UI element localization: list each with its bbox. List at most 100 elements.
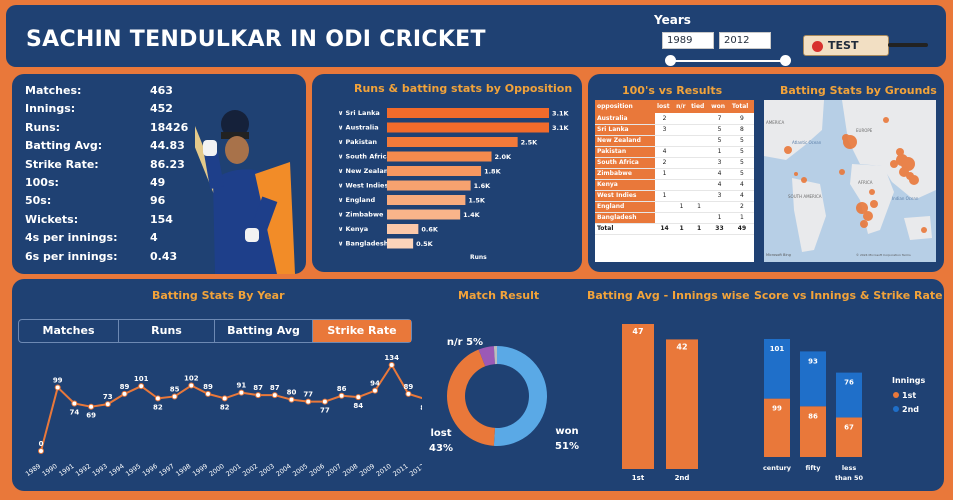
score-innings-data-label: 101 <box>770 345 785 353</box>
strike-rate-point <box>238 389 245 396</box>
stat-value: 0.43 <box>150 249 178 263</box>
strike-rate-data-label: 77 <box>320 407 330 415</box>
stat-label: Innings: <box>25 102 76 116</box>
table-header: Total <box>729 100 754 113</box>
table-opposition-cell: South Africa <box>595 157 655 169</box>
score-category-label: than 50 <box>835 474 864 482</box>
page-title: SACHIN TENDULKAR IN ODI CRICKET <box>26 27 486 52</box>
strike-rate-data-label: 94 <box>370 380 380 388</box>
opposition-data-label: 1.8K <box>484 168 502 176</box>
table-cell: 2 <box>729 201 754 213</box>
opposition-data-label: 0.6K <box>421 226 439 234</box>
table-cell: 2 <box>655 113 675 125</box>
stat-value: 463 <box>150 84 173 97</box>
table-row: Zimbabwe 1 4 5 <box>595 168 754 180</box>
strike-rate-point <box>288 396 295 403</box>
hundreds-title: 100's vs Results <box>622 84 723 97</box>
table-cell <box>689 124 710 136</box>
hundreds-table[interactable]: opposition lost n/r tied won Total Australia 2… <box>595 100 754 262</box>
opposition-data-label: 1.4K <box>463 211 481 219</box>
strike-rate-data-label: 134 <box>384 354 399 362</box>
grounds-title: Batting Stats by Grounds <box>780 84 937 97</box>
opposition-bar-chart: ∨ Sri Lanka 3.1K ∨ Australia 3.1K ∨ Pakistan… <box>338 108 570 249</box>
stat-value: 154 <box>150 212 173 226</box>
table-row: South Africa 2 3 5 <box>595 157 754 169</box>
year-from-input[interactable]: 1989 <box>662 32 714 49</box>
innings-avg-bar <box>622 324 654 469</box>
strike-rate-point <box>338 392 345 399</box>
year-to-input[interactable]: 2012 <box>719 32 771 49</box>
stat-value: 96 <box>150 194 166 208</box>
opposition-category-label: ∨ Zimbabwe <box>338 211 384 219</box>
table-row: Bangladesh 1 1 <box>595 212 754 224</box>
strike-rate-data-label: 85 <box>170 385 180 393</box>
legend-label: 1st <box>902 391 916 400</box>
stat-label: Batting Avg: <box>25 139 103 153</box>
score-innings-chart: 99 101 century 86 93 fifty 67 76 less than 50 Inni… <box>763 339 926 482</box>
table-cell: 3 <box>709 190 730 202</box>
map-label-atlantic: Atlantic Ocean <box>792 140 822 145</box>
table-cell: 4 <box>709 168 730 180</box>
strike-rate-point <box>305 398 312 405</box>
opposition-data-label: 1.6K <box>474 182 492 190</box>
score-innings-data-label: 99 <box>772 405 782 413</box>
year-tick-label: 1998 <box>174 462 192 478</box>
strike-rate-data-label: 89 <box>203 383 213 391</box>
table-row: Pakistan 4 1 5 <box>595 146 754 158</box>
strike-rate-data-label: 77 <box>303 391 313 399</box>
table-cell: 5 <box>709 124 730 136</box>
year-tick-label: 2010 <box>375 462 393 478</box>
year-tick-label: 2000 <box>208 462 226 478</box>
opposition-category-label: ∨ South Africa <box>338 153 391 161</box>
year-tick-label: 2003 <box>258 462 276 478</box>
strike-rate-point <box>405 390 412 397</box>
table-cell: 1 <box>674 201 690 213</box>
legend-marker <box>893 406 899 412</box>
strike-rate-data-label: 86 <box>337 385 347 393</box>
table-cell <box>689 157 710 169</box>
table-cell: 1 <box>689 201 710 213</box>
year-slider-start-handle[interactable] <box>665 55 676 66</box>
table-cell <box>655 212 675 224</box>
strike-rate-data-label: 82 <box>153 403 163 411</box>
table-total-cell: 49 <box>729 223 754 235</box>
legend-title: Innings <box>892 376 926 385</box>
test-format-button[interactable]: TEST <box>803 35 889 56</box>
year-tick-label: 2004 <box>275 462 293 478</box>
opposition-bar <box>387 238 414 249</box>
table-cell <box>655 201 675 213</box>
stat-value: 452 <box>150 102 173 116</box>
strike-rate-point <box>121 390 128 397</box>
stat-label: Matches: <box>25 84 82 97</box>
strike-rate-data-label: 89 <box>404 383 414 391</box>
strike-rate-data-label: 0 <box>39 440 44 448</box>
stat-label: 50s: <box>25 194 52 208</box>
stat-label: 100s: <box>25 176 59 189</box>
table-row: Australia 2 7 9 <box>595 113 754 125</box>
stat-value: 4 <box>150 231 158 245</box>
bat-handle-icon <box>888 43 928 47</box>
table-total-cell: 33 <box>709 223 730 235</box>
strike-rate-line <box>40 363 422 452</box>
year-tick-label: 2011 <box>391 462 409 478</box>
table-cell: 3 <box>709 157 730 169</box>
year-tick-label: 2002 <box>241 462 259 478</box>
year-slider-end-handle[interactable] <box>780 55 791 66</box>
year-tick-label: 1997 <box>158 462 176 478</box>
map-label-africa: AFRICA <box>858 180 873 185</box>
hundreds-panel: 100's vs Results Batting Stats by Ground… <box>588 74 944 272</box>
opposition-bar <box>387 122 549 133</box>
table-header: opposition <box>595 100 655 113</box>
innings-category-label: 1st <box>632 474 645 482</box>
year-line-chart: 0 1989 99 1990 74 1991 69 1992 73 1993 89 1994 101 19… <box>24 354 422 478</box>
table-cell: 5 <box>729 168 754 180</box>
score-innings-data-label: 76 <box>844 379 854 387</box>
table-cell: 1 <box>709 212 730 224</box>
strike-rate-data-label: 82 <box>220 403 230 411</box>
table-total-row: Total 14 1 1 33 49 <box>595 223 754 235</box>
bottom-panel: Batting Stats By Year Matches Runs Batti… <box>12 279 944 491</box>
grounds-map[interactable]: AMERICA Atlantic Ocean EUROPE AFRICA SOU… <box>764 100 936 262</box>
innings-avg-data-label: 47 <box>632 327 643 336</box>
year-slider-track[interactable] <box>670 60 784 62</box>
year-tick-label: 2006 <box>308 462 326 478</box>
